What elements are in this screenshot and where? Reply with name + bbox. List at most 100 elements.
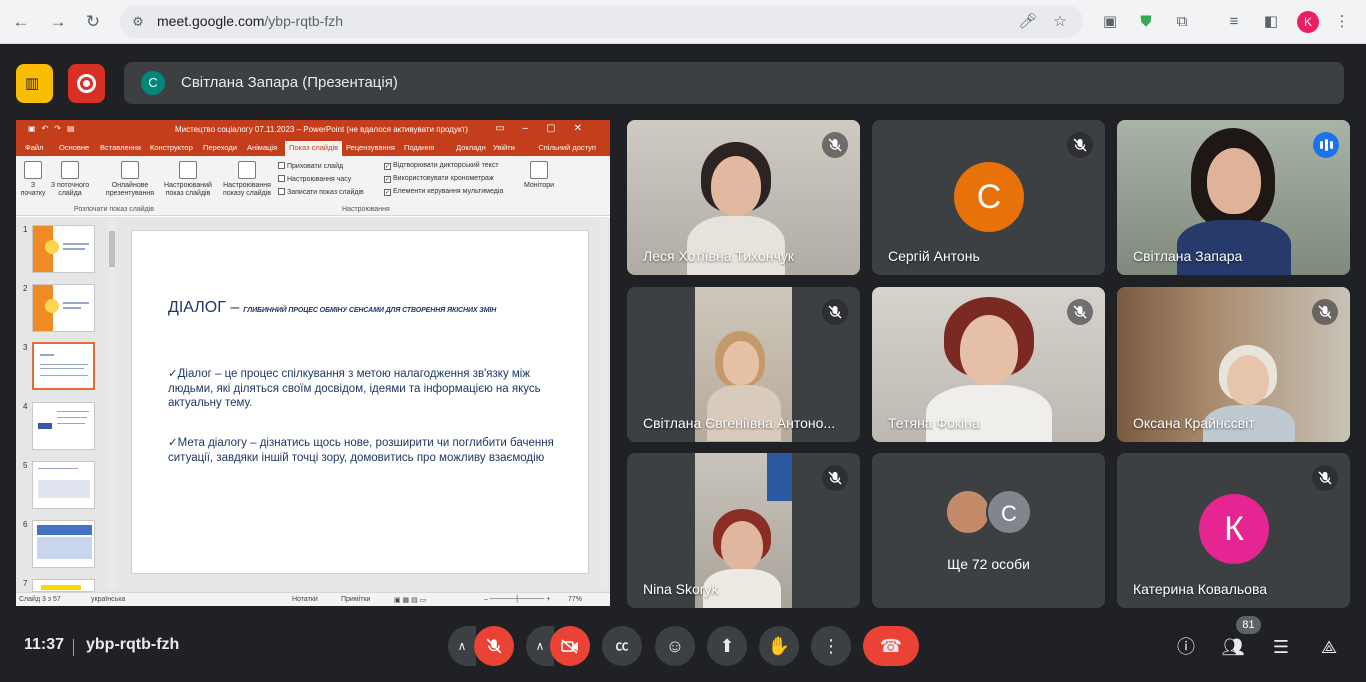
ppt-tab: Увійти (493, 143, 515, 152)
online-present-icon (121, 161, 139, 179)
participant-tile[interactable]: С Сергій Антонь (872, 120, 1105, 275)
reactions-button[interactable]: ☺ (655, 626, 695, 666)
participant-tile[interactable]: Леся Хотіївна Тихончук (627, 120, 860, 275)
browser-menu-icon[interactable]: ⋮ (1330, 10, 1354, 34)
ppt-media-controls: ✓ Елементи керування мультимедіа (384, 188, 504, 196)
participant-name: Оксана Крайнєсвіт (1133, 415, 1255, 431)
call-end-icon: ☎ (879, 636, 903, 656)
participant-tile[interactable]: Світлана Євгеніївна Антоно... (627, 287, 860, 442)
participant-name: Світлана Запара (1133, 248, 1243, 264)
mic-icon[interactable]: 🎤︎ (1017, 11, 1039, 33)
present-button[interactable]: ⬆ (707, 626, 747, 666)
ppt-group-label: Настроювання (342, 206, 390, 213)
audio-options-chevron-icon[interactable]: ∧ (448, 626, 476, 666)
thumb-number: 2 (23, 284, 28, 293)
mic-toggle-button[interactable] (474, 626, 514, 666)
participant-name: Леся Хотіївна Тихончук (643, 248, 794, 264)
recording-indicator[interactable] (68, 64, 105, 103)
custom-show-icon (179, 161, 197, 179)
emoji-icon: ☺ (665, 636, 685, 656)
speaking-indicator-icon (1313, 132, 1339, 158)
shield-icon[interactable]: ⛊ (1134, 10, 1158, 34)
participant-avatar: К (1199, 494, 1269, 564)
camera-toggle-button[interactable] (550, 626, 590, 666)
participant-avatar: С (954, 162, 1024, 232)
more-options-button[interactable]: ⋮ (811, 626, 851, 666)
participant-name: Сергій Антонь (888, 248, 980, 264)
captions-button[interactable]: ㏄ (602, 626, 642, 666)
profile-avatar[interactable]: K (1297, 11, 1319, 33)
mic-off-icon (1312, 299, 1338, 325)
chat-icon[interactable]: ☰ (1268, 634, 1294, 660)
participant-name: Nina Skoryk (643, 581, 719, 597)
site-info-icon[interactable]: ⚙ (129, 13, 147, 31)
ppt-window-title: Мистецтво соціалогу 07.11.2023 – PowerPo… (175, 125, 468, 134)
view-icons: ▣ ▦ ▤ ▭ (394, 597, 427, 604)
meeting-info-icon[interactable]: ⓘ (1173, 634, 1199, 660)
setup-show-icon (238, 161, 256, 179)
ppt-use-timings: ✓ Використовувати хронометраж (384, 175, 494, 183)
reload-icon[interactable]: ↻ (81, 10, 105, 34)
mic-off-icon (822, 299, 848, 325)
mic-off-icon (486, 638, 502, 654)
address-bar[interactable]: ⚙ meet.google.com/ybp-rqtb-fzh 🎤︎ ☆ (120, 5, 1083, 38)
participant-name: Катерина Ковальова (1133, 581, 1268, 597)
presenter-avatar: С (141, 71, 165, 95)
participant-tile[interactable]: Nina Skoryk (627, 453, 860, 608)
ppt-custom: Настроюваний показ слайдів (159, 161, 217, 198)
thumbnails-scrollbar (108, 219, 116, 589)
camera-off-icon (561, 639, 578, 654)
monitor-icon (530, 161, 548, 179)
more-participants-tile[interactable]: С Ще 72 особи (872, 453, 1105, 608)
puzzle-icon[interactable]: ⧉ (1170, 10, 1194, 34)
participant-avatar: С (986, 489, 1032, 535)
ppt-workarea: 1 2 3 4 5 6 7 ДІАЛОГ – ГЛИБИННИЙ ПРОЦЕС О… (16, 217, 610, 592)
status-notes: Нотатки (292, 596, 318, 603)
browser-toolbar: ← → ↻ ⚙ meet.google.com/ybp-rqtb-fzh 🎤︎ … (0, 0, 1366, 44)
back-icon[interactable]: ← (9, 10, 33, 34)
thumb-number: 6 (23, 520, 28, 529)
ppt-tab: Основне (59, 143, 90, 152)
ppt-tab: Конструктор (150, 143, 193, 152)
url-text: meet.google.com/ybp-rqtb-fzh (157, 13, 343, 29)
ppt-tab: Анімація (247, 143, 278, 152)
side-panel-icon[interactable]: ◧ (1259, 10, 1283, 34)
checkbox-checked-icon: ✓ (384, 176, 391, 183)
thumb-number: 1 (23, 225, 28, 234)
thumb-number: 7 (23, 579, 28, 588)
ppt-tab-active: Показ слайдів (285, 141, 343, 156)
forward-icon[interactable]: → (46, 10, 70, 34)
media-control-icon[interactable]: ≡ (1222, 10, 1246, 34)
presenter-name: Світлана Запара (Презентація) (181, 74, 398, 91)
participant-name: Тетяна Фокіна (888, 415, 980, 431)
activities-icon[interactable]: ⟁ (1316, 634, 1342, 660)
ppt-tab: Вставлення (100, 143, 141, 152)
ppt-group-label: Розпочати показ слайдів (74, 206, 154, 213)
slide-thumbnail (32, 284, 95, 332)
participant-tile-speaking[interactable]: Світлана Запара (1117, 120, 1350, 275)
status-zoom: 77% (568, 596, 583, 603)
status-slide-count: Слайд 3 з 57 (19, 596, 61, 603)
raise-hand-button[interactable]: ✋ (759, 626, 799, 666)
extension-icon[interactable]: ▣ (1098, 10, 1122, 34)
camera-off-indicator[interactable]: ▥ (16, 64, 53, 103)
presenter-bar: С Світлана Запара (Презентація) (124, 62, 1344, 104)
participant-tile[interactable]: Оксана Крайнєсвіт (1117, 287, 1350, 442)
participant-tile[interactable]: К Катерина Ковальова (1117, 453, 1350, 608)
thumb-number: 3 (23, 343, 28, 352)
record-slide-icon (278, 188, 285, 195)
hand-icon: ✋ (767, 636, 791, 656)
mic-off-icon (1067, 132, 1093, 158)
ppt-record: Записати показ слайдів (278, 188, 364, 196)
slide-scrollbar (599, 219, 608, 589)
bookmark-star-icon[interactable]: ☆ (1049, 11, 1071, 33)
mic-off-icon (1312, 465, 1338, 491)
divider (73, 639, 74, 656)
leave-call-button[interactable]: ☎ (863, 626, 919, 666)
slide-thumbnails: 1 2 3 4 5 6 7 (16, 217, 118, 592)
people-icon[interactable]: 👥︎ (1220, 634, 1246, 660)
meeting-code: ybp-rqtb-fzh (86, 636, 180, 653)
ppt-monitors: Монітори (519, 161, 559, 190)
status-comments: Примітки (341, 596, 371, 603)
participant-tile[interactable]: Тетяна Фокіна (872, 287, 1105, 442)
